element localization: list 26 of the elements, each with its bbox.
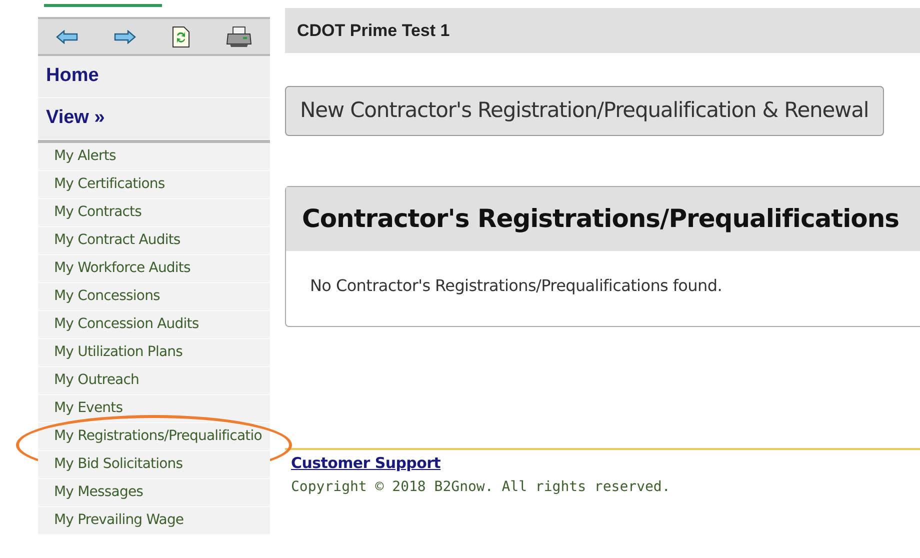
sidebar-link[interactable]: My Contracts <box>38 199 270 227</box>
panel-title: Contractor's Registrations/Prequalifications <box>302 203 900 236</box>
sidebar-link[interactable]: My Registrations/Prequalificatio <box>38 423 270 451</box>
left-arrow-icon[interactable] <box>56 30 78 44</box>
sidebar-link[interactable]: My Messages <box>38 479 270 507</box>
customer-support-link[interactable]: Customer Support <box>291 452 441 474</box>
right-arrow-icon[interactable] <box>114 30 136 44</box>
sidebar-link[interactable]: My Certifications <box>38 171 270 199</box>
sidebar-link[interactable]: My Bid Solicitations <box>38 451 270 479</box>
sidebar-link[interactable]: My Alerts <box>38 143 270 171</box>
sidebar-link[interactable]: My Concession Audits <box>38 311 270 339</box>
sidebar-link[interactable]: My Workforce Audits <box>38 255 270 283</box>
empty-message: No Contractor's Registrations/Prequalifications found. <box>310 274 722 296</box>
refresh-page-icon[interactable] <box>172 26 190 48</box>
sidebar-section-link[interactable]: Home <box>38 56 270 98</box>
new-registration-button[interactable]: New Contractor's Registration/Prequalification & Renewal <box>285 86 884 136</box>
page-title: CDOT Prime Test 1 <box>297 20 450 42</box>
sidebar-link[interactable]: My Contract Audits <box>38 227 270 255</box>
sidebar-link[interactable]: My Events <box>38 395 270 423</box>
printer-icon[interactable] <box>226 26 252 48</box>
sidebar-link[interactable]: My Prevailing Wage <box>38 507 270 535</box>
sidebar-section-link[interactable]: View » <box>38 98 270 140</box>
copyright-text: Copyright © 2018 B2Gnow. All rights reserved. <box>291 478 670 496</box>
sidebar-link[interactable]: My Utilization Plans <box>38 339 270 367</box>
sidebar-link[interactable]: My Outreach <box>38 367 270 395</box>
sidebar-link[interactable]: My Concessions <box>38 283 270 311</box>
